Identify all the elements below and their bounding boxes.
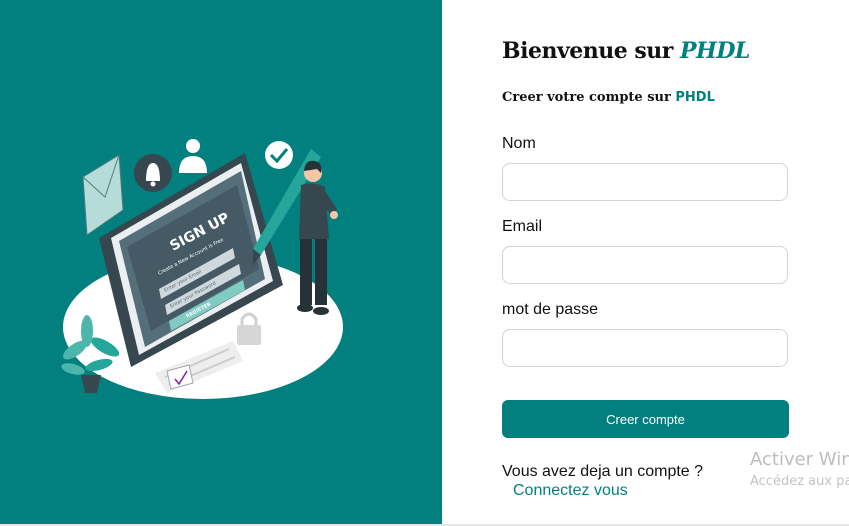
brand-name: PHDL (680, 38, 750, 64)
email-input[interactable] (502, 246, 788, 284)
email-label: Email (502, 218, 543, 235)
page-subtitle: Creer votre compte sur PHDL (502, 90, 715, 105)
login-prompt: Vous avez deja un compte ? (502, 463, 704, 480)
check-icon (265, 141, 293, 169)
subtitle-prefix: Creer votre compte sur (502, 90, 676, 105)
create-account-button[interactable]: Creer compte (502, 400, 789, 438)
user-icon (179, 139, 207, 173)
envelope-icon (82, 154, 124, 236)
illustration-panel: SIGN UP Create a New Account is Free Ent… (0, 0, 442, 526)
title-prefix: Bienvenue sur (502, 38, 681, 64)
page-title: Bienvenue sur PHDL (502, 38, 750, 64)
signup-illustration: SIGN UP Create a New Account is Free Ent… (61, 139, 343, 399)
activation-watermark-title: Activer Win (750, 449, 849, 470)
subtitle-brand: PHDL (675, 90, 715, 105)
name-input[interactable] (502, 163, 788, 201)
bell-icon (134, 154, 172, 192)
activation-watermark-subtitle: Accédez aux pa (750, 474, 849, 489)
password-input[interactable] (502, 329, 788, 367)
signup-page: SIGN UP Create a New Account is Free Ent… (0, 0, 849, 526)
login-link[interactable]: Connectez vous (513, 482, 628, 500)
password-label: mot de passe (502, 301, 599, 318)
name-label: Nom (502, 135, 536, 152)
signup-form-panel: Bienvenue sur PHDL Creer votre compte su… (442, 0, 849, 524)
